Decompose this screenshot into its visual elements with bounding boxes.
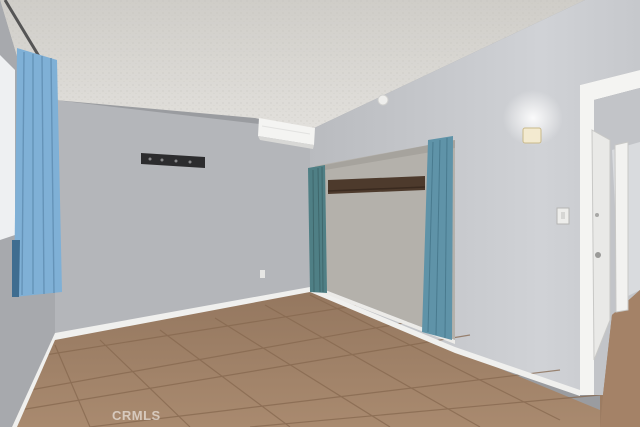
door-knob[interactable]	[595, 252, 601, 258]
wall-sconce-light[interactable]	[503, 90, 563, 146]
listing-watermark: CRMLS	[112, 408, 161, 423]
closet-curtain-left[interactable]	[308, 165, 327, 293]
wall-outlet	[260, 270, 265, 278]
room-illustration	[0, 0, 640, 427]
smoke-detector	[377, 94, 389, 106]
open-door[interactable]	[591, 129, 611, 361]
room-photo: CRMLS	[0, 0, 640, 427]
light-switch[interactable]	[556, 207, 570, 225]
window	[0, 55, 15, 240]
